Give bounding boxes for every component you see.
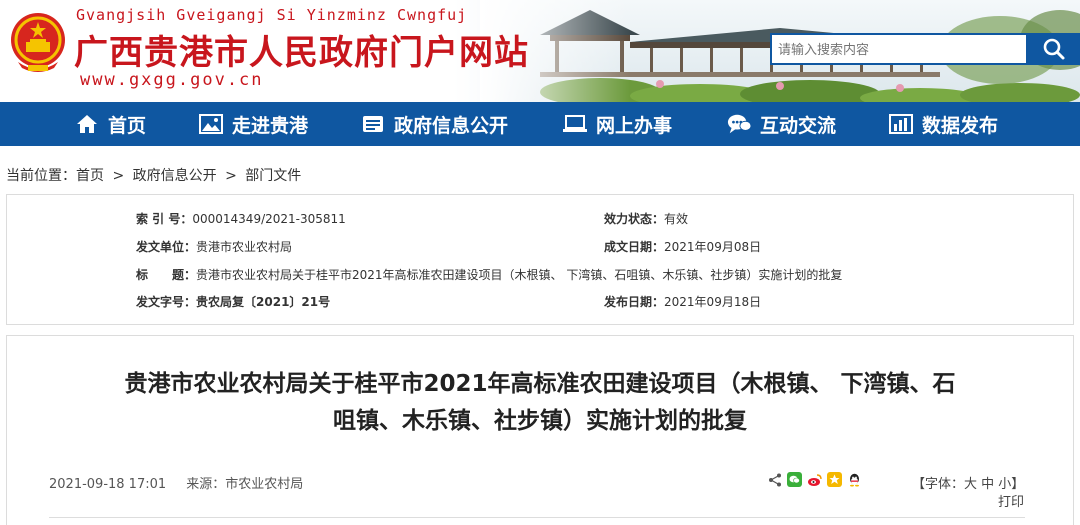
breadcrumb-link-gov-info[interactable]: 政府信息公开 bbox=[133, 168, 217, 184]
nav-item-online-service[interactable]: 网上办事 bbox=[563, 102, 672, 146]
nav-item-label: 政府信息公开 bbox=[394, 114, 509, 137]
meta-title-value: 贵港市农业农村局关于桂平市2021年高标准农田建设项目（木根镇、 下湾镇、石咀镇… bbox=[196, 268, 843, 282]
meta-index-value: 000014349/2021-305811 bbox=[192, 212, 346, 226]
site-title[interactable]: 广西贵港市人民政府门户网站 bbox=[74, 25, 529, 74]
breadcrumb-link-home[interactable]: 首页 bbox=[76, 168, 104, 184]
meta-title-label: 标 题： bbox=[136, 268, 197, 282]
meta-validity-label: 效力状态： bbox=[604, 212, 665, 226]
site-url: www.gxgg.gov.cn bbox=[80, 70, 264, 90]
nav-item-data[interactable]: 数据发布 bbox=[889, 102, 998, 146]
share-icon[interactable] bbox=[768, 473, 782, 487]
search-input[interactable] bbox=[770, 33, 1028, 65]
site-pinyin-name: Gvangjsih Gveigangj Si Yinzminz Cwngfuj bbox=[76, 6, 468, 24]
article-info: 2021-09-18 17:01 来源：市农业农村局 bbox=[49, 473, 319, 492]
meta-docno: 发文字号：贵农局复〔2021〕21号 bbox=[136, 293, 330, 310]
meta-created: 成文日期：2021年09月08日 bbox=[604, 238, 761, 255]
nav-item-label: 数据发布 bbox=[922, 114, 999, 137]
site-header: Gvangjsih Gveigangj Si Yinzminz Cwngfuj … bbox=[0, 0, 1080, 102]
breadcrumb-separator: > bbox=[112, 168, 125, 184]
weibo-share-icon[interactable] bbox=[807, 472, 822, 487]
article-source: 来源：市农业农村局 bbox=[186, 477, 304, 492]
qzone-share-icon[interactable] bbox=[827, 472, 842, 487]
search-icon bbox=[1043, 38, 1065, 60]
article-title: 贵港市农业农村局关于桂平市2021年高标准农田建设项目（木根镇、 下湾镇、石 咀… bbox=[40, 366, 1040, 440]
meta-validity: 效力状态：有效 bbox=[604, 210, 688, 227]
meta-created-label: 成文日期： bbox=[604, 240, 665, 254]
article-title-line: 咀镇、木乐镇、社步镇）实施计划的批复 bbox=[333, 408, 747, 434]
nav-item-label: 走进贵港 bbox=[232, 114, 309, 137]
meta-published: 发布日期：2021年09月18日 bbox=[604, 293, 761, 310]
meta-issuer-label: 发文单位： bbox=[136, 240, 197, 254]
meta-docno-value: 贵农局复〔2021〕21号 bbox=[196, 295, 331, 309]
nav-item-label: 首页 bbox=[108, 114, 147, 137]
laptop-icon bbox=[563, 113, 587, 135]
nav-item-home[interactable]: 首页 bbox=[75, 102, 146, 146]
meta-index-label: 索 引 号： bbox=[136, 212, 193, 226]
share-bar bbox=[768, 472, 862, 487]
meta-index: 索 引 号：000014349/2021-305811 bbox=[136, 210, 346, 227]
meta-docno-label: 发文字号： bbox=[136, 295, 197, 309]
meta-issuer-value: 贵港市农业农村局 bbox=[196, 240, 293, 254]
article-datetime: 2021-09-18 17:01 bbox=[49, 477, 167, 492]
meta-published-value: 2021年09月18日 bbox=[664, 295, 762, 309]
meta-title: 标 题：贵港市农业农村局关于桂平市2021年高标准农田建设项目（木根镇、 下湾镇… bbox=[136, 266, 842, 283]
nav-item-about[interactable]: 走进贵港 bbox=[199, 102, 308, 146]
article-title-line: 贵港市农业农村局关于桂平市2021年高标准农田建设项目（木根镇、 下湾镇、石 bbox=[124, 371, 956, 397]
meta-validity-value: 有效 bbox=[664, 212, 689, 226]
meta-created-value: 2021年09月08日 bbox=[664, 240, 762, 254]
nav-item-interaction[interactable]: 互动交流 bbox=[727, 102, 836, 146]
nav-item-gov-info[interactable]: 政府信息公开 bbox=[361, 102, 508, 146]
search-button[interactable] bbox=[1028, 33, 1080, 65]
font-size-control[interactable]: 【字体：大 中 小】 bbox=[912, 473, 1024, 492]
wechat-share-icon[interactable] bbox=[787, 472, 802, 487]
national-emblem-icon bbox=[11, 13, 65, 72]
breadcrumb-prefix: 当前位置： bbox=[6, 168, 76, 184]
meta-issuer: 发文单位：贵港市农业农村局 bbox=[136, 238, 292, 255]
qq-share-icon[interactable] bbox=[847, 472, 862, 487]
nav-item-label: 互动交流 bbox=[760, 114, 837, 137]
bar-chart-icon bbox=[889, 113, 913, 135]
print-link[interactable]: 打印 bbox=[998, 491, 1024, 510]
page: Gvangjsih Gveigangj Si Yinzminz Cwngfuj … bbox=[0, 0, 1080, 525]
breadcrumb: 当前位置：首页 > 政府信息公开 > 部门文件 bbox=[6, 165, 305, 185]
nav-item-label: 网上办事 bbox=[596, 114, 673, 137]
main-nav: 首页 走进贵港 政府信息公开 网上办事 互动交流 数据发布 bbox=[0, 102, 1080, 146]
picture-icon bbox=[199, 113, 223, 135]
breadcrumb-link-dept-docs[interactable]: 部门文件 bbox=[245, 168, 301, 184]
meta-published-label: 发布日期： bbox=[604, 295, 665, 309]
breadcrumb-separator: > bbox=[225, 168, 237, 184]
article-divider bbox=[49, 517, 1025, 518]
document-icon bbox=[361, 113, 385, 135]
home-icon bbox=[75, 113, 99, 135]
chat-icon bbox=[727, 113, 751, 135]
